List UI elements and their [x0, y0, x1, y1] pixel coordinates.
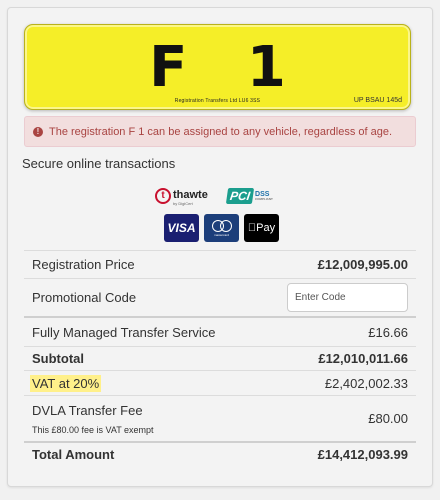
alert-message: The registration F 1 can be assigned to …	[49, 125, 393, 138]
visa-icon: VISA	[164, 214, 199, 242]
dvla-fee-value: £80.00	[368, 411, 408, 426]
security-badges: t thawte by DigiCert PCI DSS COMPLIANT	[155, 185, 305, 207]
registration-price-row: Registration Price £12,009,995.00	[24, 250, 416, 278]
promo-code-row: Promotional Code	[24, 278, 416, 316]
registration-price-label: Registration Price	[32, 257, 135, 272]
subtotal-label: Subtotal	[32, 351, 84, 366]
exclamation-circle-icon: !	[33, 126, 43, 137]
age-alert: ! The registration F 1 can be assigned t…	[24, 116, 416, 147]
thawte-name: thawte	[173, 189, 208, 201]
pci-dss-logo: PCI DSS COMPLIANT	[225, 185, 273, 207]
subtotal-value: £12,010,011.66	[318, 351, 408, 366]
thawte-icon: t	[155, 188, 171, 204]
secure-transactions-title: Secure online transactions	[22, 156, 176, 171]
promo-code-input[interactable]	[287, 283, 408, 312]
dvla-fee-row: DVLA Transfer Fee This £80.00 fee is VAT…	[24, 395, 416, 441]
mastercard-icon: mastercard	[204, 214, 239, 242]
mastercard-label: mastercard	[213, 232, 229, 237]
thawte-sub: by DigiCert	[173, 201, 193, 206]
dvla-fee-label: DVLA Transfer Fee	[32, 402, 143, 418]
transfer-service-row: Fully Managed Transfer Service £16.66	[24, 316, 416, 346]
total-value: £14,412,093.99	[317, 447, 408, 462]
pricing-table: Registration Price £12,009,995.00 Promot…	[24, 250, 416, 466]
transfer-service-label: Fully Managed Transfer Service	[32, 324, 216, 340]
pci-sub: COMPLIANT	[255, 197, 273, 201]
vat-value: £2,402,002.33	[324, 375, 408, 391]
plate-code: UP BSAU 145d	[353, 97, 402, 104]
transfer-service-value: £16.66	[368, 324, 408, 340]
vat-row: VAT at 20% £2,402,002.33	[24, 370, 416, 395]
total-row: Total Amount £14,412,093.99	[24, 441, 416, 466]
plate-dealer-line: Registration Transfers Ltd LU6 3SS	[174, 98, 261, 104]
promo-code-label: Promotional Code	[32, 290, 137, 305]
dvla-fee-note: This £80.00 fee is VAT exempt	[32, 424, 154, 435]
vat-label: VAT at 20%	[30, 374, 102, 392]
subtotal-row: Subtotal £12,010,011.66	[24, 346, 416, 370]
apple-pay-label: Pay	[252, 222, 275, 234]
thawte-logo: t thawte by DigiCert	[155, 185, 208, 207]
total-label: Total Amount	[32, 447, 115, 462]
payment-methods: VISA mastercard  Pay	[164, 214, 279, 242]
apple-logo-icon: 	[248, 222, 256, 234]
registration-price-value: £12,009,995.00	[317, 257, 408, 272]
apple-pay-icon:  Pay	[244, 214, 279, 242]
number-plate: F 1 Registration Transfers Ltd LU6 3SS U…	[24, 24, 411, 110]
pci-label: PCI	[225, 188, 255, 204]
visa-label: VISA	[167, 221, 196, 235]
plate-registration: F 1	[149, 35, 306, 100]
